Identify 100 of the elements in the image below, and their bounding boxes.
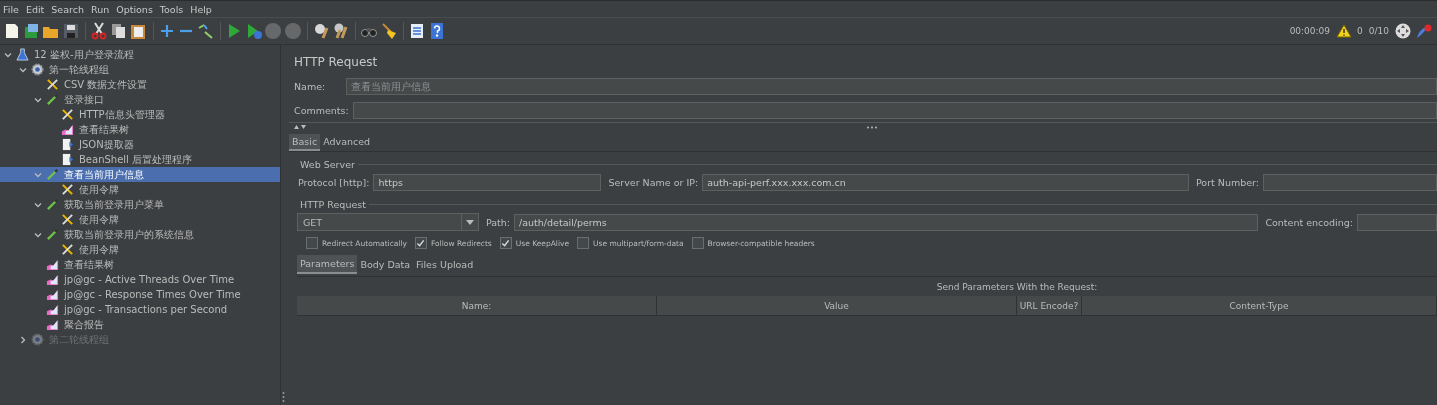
reset-search-icon[interactable] xyxy=(379,22,398,40)
field-label: Port Number: xyxy=(1194,176,1260,188)
tree-item[interactable]: 查看当前用户信息 xyxy=(0,167,280,182)
tools-icon xyxy=(61,243,74,256)
server-field[interactable]: auth-api-perf.xxx.xxx.com.cn xyxy=(702,173,1189,191)
menu-item[interactable]: Search xyxy=(48,3,88,15)
templates-icon[interactable] xyxy=(22,22,41,40)
chart-icon xyxy=(61,123,74,136)
elapsed-time: 00:00:09 xyxy=(1289,26,1331,36)
splitter-grip-icon[interactable] xyxy=(281,391,285,403)
encoding-field[interactable] xyxy=(1357,213,1437,231)
paste-icon[interactable] xyxy=(129,22,147,40)
field-label: Server Name or IP: xyxy=(607,176,700,188)
checkbox[interactable] xyxy=(306,237,318,249)
pipette-icon xyxy=(46,93,59,106)
feather-icon xyxy=(1416,23,1432,39)
tree-item[interactable]: 第一轮线程组 xyxy=(0,62,280,77)
tab[interactable]: Body Data xyxy=(357,255,414,273)
tree-item[interactable]: 查看结果树 xyxy=(0,257,280,272)
tree-item[interactable]: 获取当前登录用户菜单 xyxy=(0,197,280,212)
tree-item[interactable]: 聚合报告 xyxy=(0,317,280,332)
field-label: Comments: xyxy=(293,104,350,116)
field-label: Protocol [http]: xyxy=(297,176,371,188)
cut-icon[interactable] xyxy=(90,22,108,40)
field-label: Path: xyxy=(485,216,512,228)
column-header[interactable]: Value xyxy=(657,296,1017,315)
chart-icon xyxy=(46,318,59,331)
gear-icon xyxy=(31,63,44,76)
toggle-icon[interactable] xyxy=(196,22,215,40)
comments-field[interactable] xyxy=(352,101,1437,119)
panel-title: HTTP Request xyxy=(294,55,379,69)
tab[interactable]: Parameters xyxy=(297,254,358,274)
tree-item[interactable]: jp@gc - Transactions per Second xyxy=(0,302,280,317)
tab[interactable]: Basic xyxy=(289,134,321,151)
caret-icon[interactable] xyxy=(466,219,474,225)
checkbox[interactable] xyxy=(691,237,704,249)
name-field[interactable]: 查看当前用户信息 xyxy=(346,77,1437,95)
checkbox[interactable] xyxy=(577,237,589,249)
tools-icon xyxy=(61,183,74,196)
tree-item[interactable]: 使用令牌 xyxy=(0,182,280,197)
tree-item[interactable]: jp@gc - Active Threads Over Time xyxy=(0,272,280,287)
clear-icon[interactable] xyxy=(312,22,330,40)
table-title: Send Parameters With the Request: xyxy=(936,281,1098,292)
chart-icon xyxy=(46,303,59,316)
pipette-icon xyxy=(46,228,59,241)
chart-icon xyxy=(46,273,59,286)
field-label: Name: xyxy=(293,80,327,92)
tree-item[interactable]: CSV 数据文件设置 xyxy=(0,77,280,92)
checkbox[interactable] xyxy=(499,237,512,249)
tree-item[interactable]: jp@gc - Response Times Over Time xyxy=(0,287,280,302)
column-header[interactable]: URL Encode? xyxy=(1017,296,1082,315)
flask-icon xyxy=(16,48,29,61)
tree-item[interactable]: 登录接口 xyxy=(0,92,280,107)
port-field[interactable] xyxy=(1263,173,1437,191)
column-header[interactable]: Content-Type xyxy=(1082,296,1437,315)
gear-icon xyxy=(31,333,44,346)
column-header[interactable]: Name: xyxy=(297,296,657,315)
tree-item[interactable]: HTTP信息头管理器 xyxy=(0,107,280,122)
chart-icon xyxy=(46,288,59,301)
tools-icon xyxy=(46,78,59,91)
pipette-icon xyxy=(46,198,59,211)
tree-item[interactable]: 12 鉴权-用户登录流程 xyxy=(0,47,280,62)
menu-item[interactable]: Tools xyxy=(156,3,188,15)
error-count: 0 xyxy=(1357,26,1363,36)
tree-item[interactable]: BeanShell 后置处理程序 xyxy=(0,152,280,167)
new-icon[interactable] xyxy=(3,22,21,40)
pipette-icon xyxy=(46,168,59,181)
tree-item[interactable]: JSON提取器 xyxy=(0,137,280,152)
menu-item[interactable]: Help xyxy=(187,3,216,15)
tree-item[interactable]: 使用令牌 xyxy=(0,242,280,257)
function-helper-icon[interactable] xyxy=(408,22,426,40)
menu-item[interactable]: Edit xyxy=(22,3,49,15)
document-icon xyxy=(61,138,74,151)
chevron-down-icon[interactable] xyxy=(34,200,42,209)
tab[interactable]: Advanced xyxy=(320,134,374,151)
menu-item[interactable]: File xyxy=(0,3,23,15)
chart-icon xyxy=(46,258,59,271)
path-field[interactable]: /auth/detail/perms xyxy=(514,213,1259,231)
protocol-field[interactable]: https xyxy=(373,173,602,191)
document-icon xyxy=(61,153,74,166)
tree-item[interactable]: 获取当前登录用户的系统信息 xyxy=(0,227,280,242)
section-label: Web Server xyxy=(299,158,356,170)
chevron-down-icon[interactable] xyxy=(34,230,42,239)
checkbox[interactable] xyxy=(415,237,427,249)
tools-icon xyxy=(61,213,74,226)
drag-handle-icon[interactable] xyxy=(866,125,878,129)
thread-count: 0/10 xyxy=(1368,26,1389,36)
tree-item[interactable]: 查看结果树 xyxy=(0,122,280,137)
save-icon[interactable] xyxy=(61,22,80,40)
chevron-down-icon[interactable] xyxy=(34,95,42,104)
warning-icon[interactable] xyxy=(1336,24,1353,38)
field-label: Content encoding: xyxy=(1264,216,1354,228)
method-dropdown[interactable]: GET xyxy=(297,213,479,231)
copy-icon[interactable] xyxy=(109,22,128,40)
tab[interactable]: Files Upload xyxy=(413,255,477,273)
collapse-arrows-icon[interactable] xyxy=(293,124,307,130)
menu-item[interactable]: Options xyxy=(113,3,157,15)
tree-item[interactable]: 使用令牌 xyxy=(0,212,280,227)
section-label: HTTP Request xyxy=(299,198,367,210)
menu-item[interactable]: Run xyxy=(87,3,114,15)
